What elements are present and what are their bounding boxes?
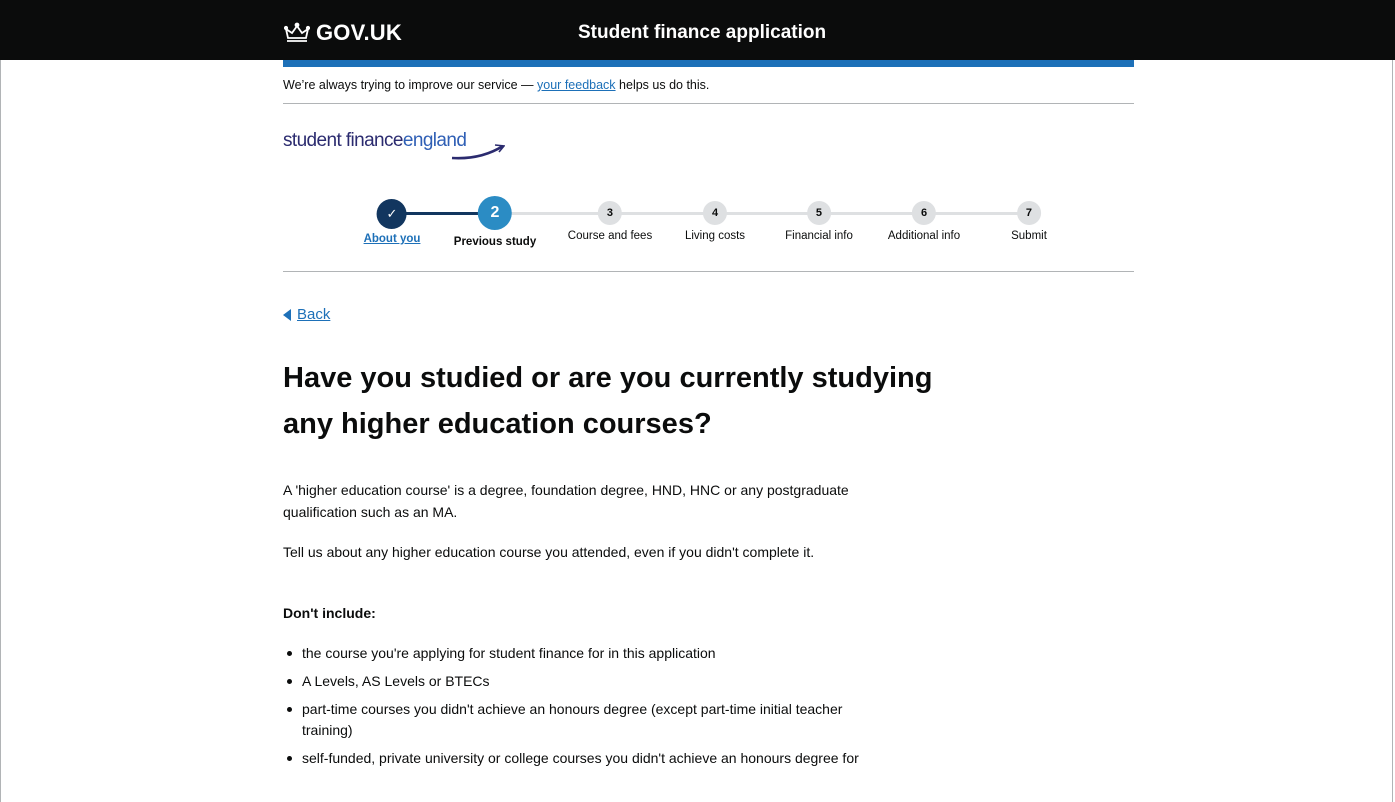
intro-paragraph: A 'higher education course' is a degree,…	[283, 482, 849, 520]
step-number: 7	[1016, 201, 1041, 225]
logo-word-student: student	[283, 130, 342, 151]
banner-text-after: helps us do this.	[615, 78, 710, 92]
step-course-and-fees: 3 Course and fees	[568, 196, 652, 242]
step-label: Submit	[1011, 230, 1047, 242]
check-icon: ✓	[376, 199, 407, 229]
back-arrow-icon	[283, 308, 291, 321]
step-number: 4	[703, 201, 727, 225]
step-label: Previous study	[453, 236, 537, 248]
step-label[interactable]: About you	[364, 233, 421, 245]
list-item: part-time courses you didn't achieve an …	[283, 699, 883, 741]
step-about-you[interactable]: ✓ About you	[364, 196, 421, 245]
step-label: Financial info	[785, 230, 853, 242]
list-item: self-funded, private university or colle…	[283, 748, 883, 769]
step-label: Additional info	[887, 230, 961, 242]
step-previous-study: 2 Previous study	[454, 196, 536, 248]
step-label: Course and fees	[567, 230, 653, 242]
step-additional-info: 6 Additional info	[888, 196, 960, 242]
instruction-paragraph: Tell us about any higher education cours…	[283, 544, 815, 560]
step-number: 2	[477, 196, 512, 230]
step-financial-info: 5 Financial info	[785, 196, 853, 242]
header-blue-bar	[283, 60, 1134, 67]
swoosh-icon	[451, 144, 505, 160]
back-link-label: Back	[297, 306, 331, 323]
student-finance-england-logo: student financeengland	[283, 130, 523, 164]
dont-include-list: the course you're applying for student f…	[283, 643, 883, 776]
list-item: A Levels, AS Levels or BTECs	[283, 671, 883, 692]
logo-word-finance: finance	[345, 130, 404, 151]
back-link[interactable]: Back	[283, 306, 330, 323]
list-item: the course you're applying for student f…	[283, 643, 883, 664]
govuk-header: GOV.UK Student finance application	[0, 0, 1395, 60]
govuk-logo-text: GOV.UK	[316, 20, 402, 45]
step-number: 5	[806, 201, 831, 225]
step-number: 6	[912, 201, 936, 225]
banner-text-before: We’re always trying to improve our servi…	[283, 78, 538, 92]
progress-steps: ✓ About you 2 Previous study 3 Course an…	[283, 196, 1134, 272]
page-title: Have you studied or are you currently st…	[283, 362, 933, 440]
crown-icon	[284, 22, 310, 42]
service-name[interactable]: Student finance application	[578, 22, 826, 44]
dont-include-heading: Don't include:	[283, 605, 376, 621]
govuk-logo[interactable]: GOV.UK	[284, 19, 402, 47]
feedback-banner: We’re always trying to improve our servi…	[283, 67, 1134, 104]
step-label: Living costs	[684, 230, 746, 242]
step-living-costs: 4 Living costs	[685, 196, 745, 242]
step-number: 3	[597, 201, 622, 225]
step-submit: 7 Submit	[1011, 196, 1047, 242]
feedback-link[interactable]: your feedback	[537, 78, 616, 92]
